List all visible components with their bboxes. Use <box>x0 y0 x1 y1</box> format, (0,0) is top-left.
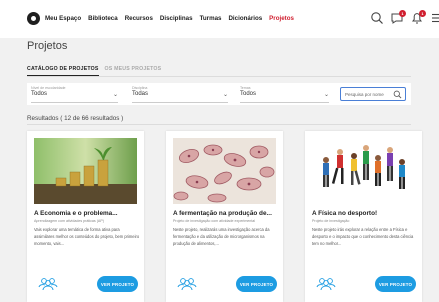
notifications-badge: 1 <box>419 10 426 17</box>
messages-icon[interactable]: 1 <box>390 10 406 25</box>
header-actions: 1 1 <box>370 10 439 25</box>
filter-label: Disciplina <box>132 86 148 90</box>
group-users-icon <box>316 278 336 291</box>
project-card[interactable]: A Física no desporto! Projeto de investi… <box>305 131 422 302</box>
project-image-coins-plant <box>34 138 137 204</box>
card-description: Neste projeto, realizarás uma investigaç… <box>173 227 270 246</box>
filter-bar: Nível de escolaridade Todos ⌄ Disciplina… <box>27 83 411 105</box>
card-title[interactable]: A Física no desporto! <box>312 210 418 217</box>
project-card[interactable]: A fermentação na produção de... Projeto … <box>166 131 283 302</box>
tab-meus-projetos[interactable]: OS MEUS PROJETOS <box>105 66 162 76</box>
page-title: Projetos <box>27 40 68 52</box>
view-project-button[interactable]: VER PROJETO <box>236 276 277 292</box>
nav-projetos[interactable]: Projetos <box>269 15 294 22</box>
nav-biblioteca[interactable]: Biblioteca <box>88 15 118 22</box>
chevron-down-icon: ⌄ <box>323 92 329 98</box>
filter-underline <box>240 102 329 103</box>
nav-meu-espaco[interactable]: Meu Espaço <box>45 15 81 22</box>
tab-divider <box>27 76 411 77</box>
card-title[interactable]: A fermentação na produção de... <box>173 210 279 217</box>
project-image-athletes <box>312 138 415 204</box>
filter-temas[interactable]: Temas Todos ⌄ <box>240 86 329 103</box>
nav-turmas[interactable]: Turmas <box>200 15 222 22</box>
search-icon[interactable] <box>370 11 384 25</box>
search-input[interactable]: Pesquisa por nome <box>340 87 406 101</box>
tab-catalogo-projetos[interactable]: CATÁLOGO DE PROJETOS <box>27 66 99 76</box>
card-subtitle: Projeto de investigação com atividade ex… <box>173 219 256 223</box>
chevron-down-icon: ⌄ <box>222 92 228 98</box>
results-divider <box>27 124 411 125</box>
hamburger-menu-icon[interactable] <box>430 11 439 25</box>
filter-nivel-escolaridade[interactable]: Nível de escolaridade Todos ⌄ <box>31 86 118 103</box>
filter-label: Nível de escolaridade <box>31 86 66 90</box>
nav-recursos[interactable]: Recursos <box>125 15 153 22</box>
tab-bar: CATÁLOGO DE PROJETOS OS MEUS PROJETOS <box>27 66 161 76</box>
card-description: Neste projeto irás explorar a relação en… <box>312 227 414 246</box>
main-menu: Meu Espaço Biblioteca Recursos Disciplin… <box>45 15 294 22</box>
project-card[interactable]: A Economia e o problema... Aprendizagem … <box>27 131 144 302</box>
top-navigation: Meu Espaço Biblioteca Recursos Disciplin… <box>0 0 439 38</box>
messages-badge: 1 <box>399 10 406 17</box>
filter-label: Temas <box>240 86 251 90</box>
search-placeholder: Pesquisa por nome <box>345 92 384 97</box>
bell-icon[interactable]: 1 <box>410 10 426 25</box>
nav-disciplinas[interactable]: Disciplinas <box>160 15 193 22</box>
filter-value: Todos <box>240 91 257 97</box>
filter-value: Todos <box>31 91 48 97</box>
card-title[interactable]: A Economia e o problema... <box>34 210 140 217</box>
nav-dicionarios[interactable]: Dicionários <box>228 15 262 22</box>
filter-disciplina[interactable]: Disciplina Todas ⌄ <box>132 86 228 103</box>
card-footer: VER PROJETO <box>312 273 418 293</box>
project-image-yeast-cells <box>173 138 276 204</box>
card-footer: VER PROJETO <box>173 273 279 293</box>
card-footer: VER PROJETO <box>34 273 140 293</box>
card-description: Vais explorar uma temática de forma ativ… <box>34 227 140 246</box>
filter-value: Todas <box>132 91 149 97</box>
search-icon[interactable] <box>393 90 402 99</box>
chevron-down-icon: ⌄ <box>112 92 118 98</box>
results-count: Resultados ( 12 de 66 resultados ) <box>27 115 124 122</box>
card-subtitle: Aprendizagem com atividades práticas (AP… <box>34 219 104 223</box>
group-users-icon <box>177 278 197 291</box>
view-project-button[interactable]: VER PROJETO <box>375 276 416 292</box>
filter-underline <box>31 102 118 103</box>
group-users-icon <box>38 278 58 291</box>
card-subtitle: Projeto de investigação <box>312 219 350 223</box>
filter-underline <box>132 102 228 103</box>
view-project-button[interactable]: VER PROJETO <box>97 276 138 292</box>
app-logo[interactable] <box>27 12 40 25</box>
